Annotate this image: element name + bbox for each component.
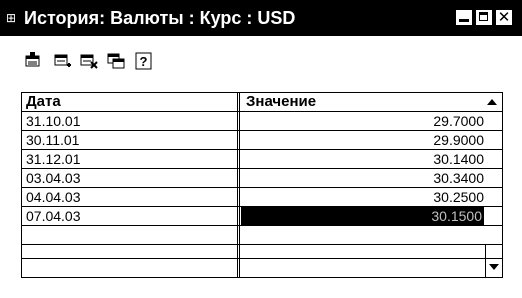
maximize-button[interactable]: [475, 9, 493, 26]
column-header-value[interactable]: Значение: [246, 93, 476, 111]
value-cell[interactable]: 29.9000: [262, 131, 484, 149]
date-cell[interactable]: 31.12.01: [26, 150, 236, 168]
scroll-down-icon[interactable]: [488, 262, 500, 272]
maximize-icon: [479, 12, 488, 21]
scrollbar-track[interactable]: [485, 244, 503, 277]
value-cell[interactable]: 30.1400: [262, 150, 484, 168]
history-app-icon[interactable]: ⊞: [6, 11, 22, 25]
sort-ascending-icon[interactable]: [485, 96, 499, 108]
delete-row-icon: [80, 54, 98, 69]
minimize-icon: [459, 19, 469, 22]
date-cell[interactable]: 04.04.03: [26, 188, 236, 206]
help-icon: ?: [135, 52, 152, 70]
value-cell[interactable]: 29.7000: [262, 112, 484, 130]
window-title: История: Валюты : Курс : USD: [24, 8, 296, 28]
date-cell[interactable]: 03.04.03: [26, 169, 236, 187]
add-row-icon: [54, 54, 71, 67]
copy-row-icon: [107, 53, 125, 69]
date-cell[interactable]: 30.11.01: [26, 131, 236, 149]
row-divider: [22, 225, 502, 226]
history-table: Дата Значение 31.10.01 29.7000 30.11.01 …: [21, 92, 503, 278]
title-bar[interactable]: ⊞ История: Валюты : Курс : USD ✕: [0, 0, 522, 36]
column-header-date[interactable]: Дата: [26, 93, 236, 111]
date-cell[interactable]: 31.10.01: [26, 112, 236, 130]
delete-row-button[interactable]: [80, 52, 98, 70]
add-row-button[interactable]: [54, 52, 72, 70]
date-cell[interactable]: 07.04.03: [26, 207, 236, 225]
row-divider: [22, 244, 502, 245]
selected-value-cell[interactable]: 30.1500: [241, 207, 484, 225]
value-cell[interactable]: 30.2500: [262, 188, 484, 206]
close-button[interactable]: ✕: [495, 9, 513, 26]
close-icon: ✕: [497, 8, 511, 26]
value-cell[interactable]: 30.3400: [262, 169, 484, 187]
minimize-button[interactable]: [455, 9, 473, 26]
copy-row-button[interactable]: [107, 52, 125, 70]
help-button[interactable]: ?: [135, 52, 153, 70]
row-divider: [22, 258, 502, 259]
new-record-button[interactable]: [24, 52, 42, 70]
value-cell-text: 30.1500: [431, 208, 482, 224]
history-window: ⊞ История: Валюты : Курс : USD ✕ ? Дата …: [0, 0, 522, 298]
new-record-icon: [25, 52, 40, 67]
column-separator[interactable]: [237, 93, 240, 277]
help-glyph: ?: [140, 54, 148, 69]
